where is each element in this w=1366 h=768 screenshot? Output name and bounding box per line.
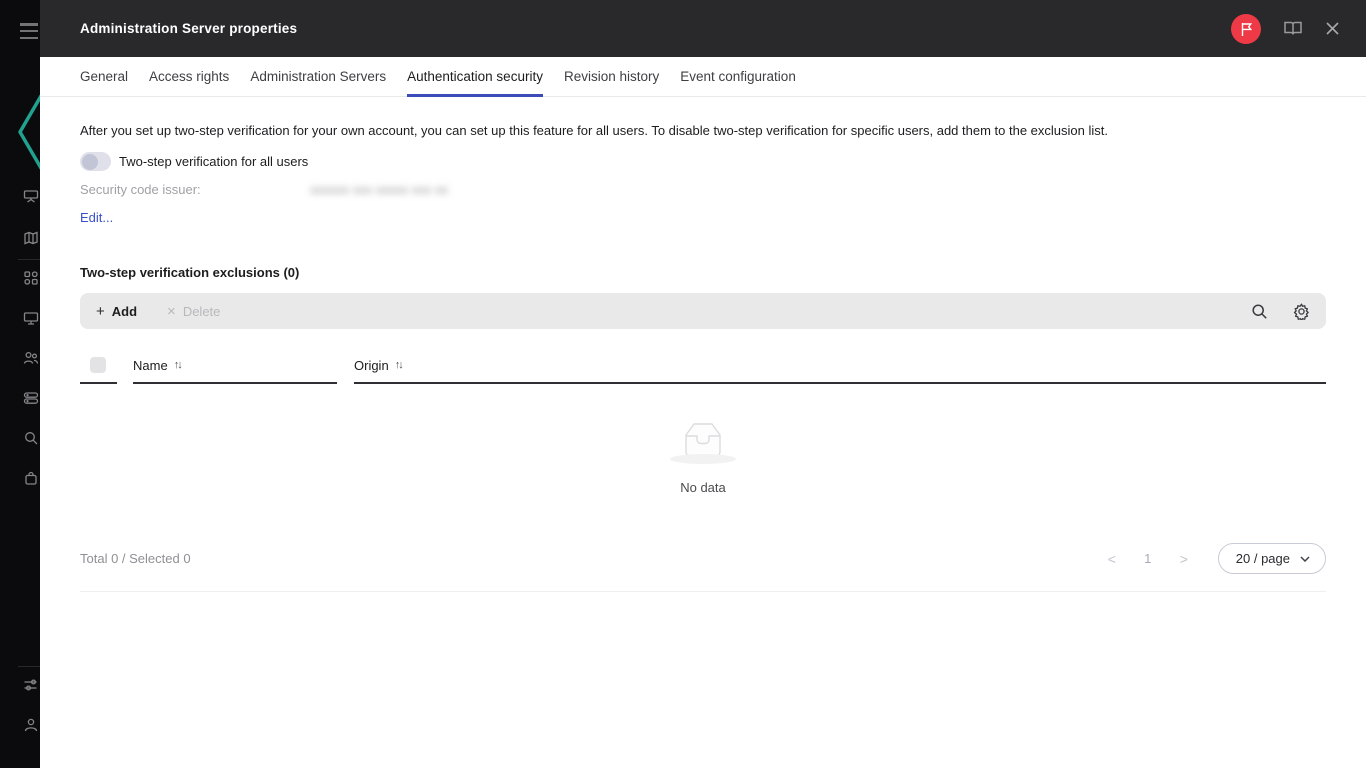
plus-icon: + [96, 302, 105, 320]
app-sidebar [0, 0, 40, 768]
sidebar-divider [18, 259, 40, 260]
select-all-cell [80, 348, 117, 384]
sidebar-search-icon[interactable] [23, 430, 39, 446]
two-step-description: After you set up two-step verification f… [80, 123, 1108, 138]
exclusions-title: Two-step verification exclusions (0) [80, 265, 300, 280]
delete-button-disabled[interactable]: × Delete [167, 304, 220, 319]
sidebar-devices-icon[interactable] [23, 188, 39, 204]
table-footer: Total 0 / Selected 0 < 1 > 20 / page [80, 543, 1326, 574]
sort-icon[interactable]: ↑↓ [174, 359, 183, 371]
sidebar-monitor-icon[interactable] [23, 310, 39, 326]
flag-icon [1241, 22, 1252, 36]
prev-page-button[interactable]: < [1094, 551, 1130, 567]
sidebar-settings-sliders-icon[interactable] [23, 677, 39, 693]
page-number[interactable]: 1 [1130, 551, 1166, 566]
whats-new-flag-button[interactable] [1231, 13, 1261, 44]
column-header-origin[interactable]: Origin ↑↓ [354, 348, 1326, 384]
two-step-toggle-label: Two-step verification for all users [119, 154, 309, 169]
issuer-value-redacted: xxxxxx xxx xxxxx xxx xx [310, 182, 448, 197]
panel-bottom-divider [80, 591, 1326, 592]
tab-general[interactable]: General [80, 57, 128, 97]
table-settings-button[interactable] [1292, 302, 1310, 320]
tab-authentication-security[interactable]: Authentication security [407, 57, 543, 97]
selection-summary: Total 0 / Selected 0 [80, 551, 191, 566]
modal-title: Administration Server properties [80, 21, 298, 36]
empty-state: No data [80, 420, 1326, 495]
sidebar-map-icon[interactable] [23, 230, 39, 246]
column-header-name[interactable]: Name ↑↓ [133, 348, 337, 384]
select-all-checkbox[interactable] [90, 357, 106, 373]
sidebar-marketplace-bag-icon[interactable] [23, 470, 39, 486]
close-button[interactable] [1325, 21, 1340, 36]
sidebar-apps-grid-icon[interactable] [23, 270, 39, 286]
search-icon [1251, 303, 1267, 319]
pagination: < 1 > 20 / page [1094, 543, 1326, 574]
tab-administration-servers[interactable]: Administration Servers [250, 57, 386, 97]
close-icon [1326, 22, 1339, 35]
exclusions-table-header: Name ↑↓ Origin ↑↓ [80, 348, 1326, 384]
edit-link[interactable]: Edit... [80, 210, 113, 225]
book-icon [1284, 21, 1302, 35]
sidebar-users-icon[interactable] [23, 350, 39, 366]
tab-event-configuration[interactable]: Event configuration [680, 57, 796, 97]
add-button[interactable]: + Add [96, 304, 137, 319]
modal-title-bar: Administration Server properties [40, 0, 1366, 57]
issuer-label: Security code issuer: [80, 182, 201, 197]
sort-icon[interactable]: ↑↓ [395, 359, 404, 371]
table-search-button[interactable] [1250, 302, 1268, 320]
empty-icon-shadow [670, 454, 736, 464]
modal-body: General Access rights Administration Ser… [40, 57, 1366, 768]
next-page-button[interactable]: > [1166, 551, 1202, 567]
sidebar-divider [18, 666, 40, 667]
tab-access-rights[interactable]: Access rights [149, 57, 229, 97]
tab-revision-history[interactable]: Revision history [564, 57, 659, 97]
properties-tab-bar: General Access rights Administration Ser… [40, 57, 1366, 97]
brand-hexagon-logo [0, 70, 40, 194]
page-size-select[interactable]: 20 / page [1217, 543, 1326, 574]
empty-state-text: No data [680, 480, 726, 495]
sidebar-account-icon[interactable] [23, 717, 39, 733]
menu-hamburger-icon[interactable] [20, 23, 38, 39]
x-icon: × [167, 302, 176, 320]
chevron-down-icon [1300, 555, 1310, 562]
documentation-button[interactable] [1283, 20, 1303, 37]
two-step-toggle[interactable] [80, 152, 111, 171]
exclusions-toolbar: + Add × Delete [80, 293, 1326, 329]
gear-icon [1293, 303, 1309, 320]
sidebar-servers-icon[interactable] [23, 390, 39, 406]
